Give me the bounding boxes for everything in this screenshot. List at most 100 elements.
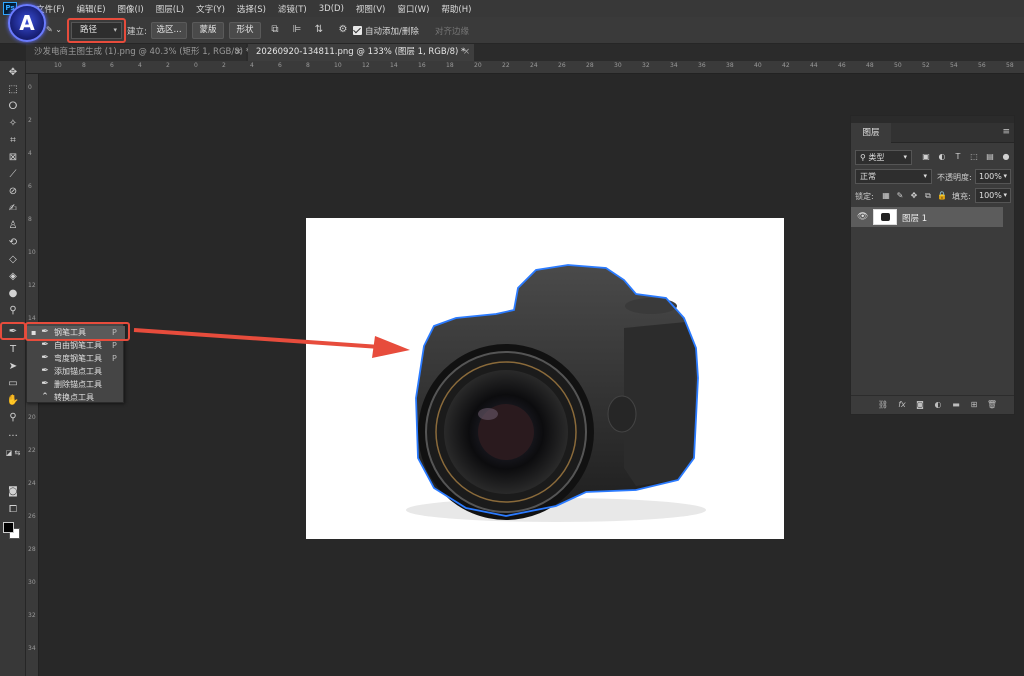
lock-position-icon[interactable]: ✥: [909, 191, 919, 201]
history-brush-tool-icon[interactable]: ⟲: [4, 235, 22, 250]
lock-all-icon[interactable]: 🔒: [937, 191, 947, 201]
screen-mode-icon[interactable]: ⧠: [4, 502, 22, 517]
document-canvas[interactable]: [306, 218, 784, 539]
menu-layer[interactable]: 图层(L): [150, 3, 190, 15]
lock-transparent-icon[interactable]: ▦: [881, 191, 891, 201]
ruler-tick-label: 4: [250, 62, 254, 69]
layer-filter-select[interactable]: ⚲ 类型 ▾: [855, 150, 912, 165]
dodge-tool-icon[interactable]: ⚲: [4, 303, 22, 318]
path-operations-icon[interactable]: ⧉: [268, 23, 282, 37]
opacity-input[interactable]: 100% ▾: [975, 169, 1011, 184]
document-tab-2[interactable]: 20260920-134811.png @ 133% (图层 1, RGB/8)…: [248, 44, 474, 61]
ruler-tick-label: 32: [642, 62, 650, 69]
close-icon[interactable]: ×: [235, 44, 242, 61]
blend-mode-select[interactable]: 正常 ▾: [855, 169, 932, 184]
fx-icon[interactable]: fx: [896, 399, 908, 411]
ruler-tick-label: 34: [28, 645, 36, 652]
menu-help[interactable]: 帮助(H): [435, 3, 477, 15]
path-arrangement-icon[interactable]: ⇅: [312, 23, 326, 37]
make-mask-button[interactable]: 蒙版: [192, 22, 224, 39]
camera-image: [406, 264, 706, 522]
convert-point-icon: ⌃: [41, 392, 49, 402]
make-shape-button[interactable]: 形状: [229, 22, 261, 39]
document-tab-1[interactable]: 沙发电商主图生成 (1).png @ 40.3% (矩形 1, RGB/8) *…: [26, 44, 250, 61]
fill-input[interactable]: 100% ▾: [975, 188, 1011, 203]
more-tools-icon[interactable]: ···: [4, 429, 22, 444]
shape-filter-icon[interactable]: ⬚: [969, 152, 979, 162]
new-layer-icon[interactable]: ⊞: [968, 399, 980, 411]
trash-icon[interactable]: 🗑: [986, 399, 998, 411]
healing-brush-tool-icon[interactable]: ⊘: [4, 184, 22, 199]
brush-tool-icon[interactable]: ✍: [4, 201, 22, 216]
layer-name: 图层 1: [902, 214, 928, 224]
layers-panel-header[interactable]: [851, 116, 1014, 123]
path-alignment-icon[interactable]: ⊫: [290, 23, 304, 37]
ruler-tick-label: 8: [306, 62, 310, 69]
eyedropper-tool-icon[interactable]: ⟋: [4, 167, 22, 182]
menu-image[interactable]: 图像(I): [112, 3, 150, 15]
new-group-icon[interactable]: ▬: [950, 399, 962, 411]
marquee-tool-icon[interactable]: ⬚: [4, 82, 22, 97]
link-layers-icon[interactable]: ⛓: [877, 399, 889, 411]
ruler-tick-label: 6: [28, 183, 32, 190]
gear-icon[interactable]: ⚙: [336, 23, 350, 37]
tab-layers[interactable]: 图层: [851, 123, 891, 143]
flyout-item-add-anchor-tool[interactable]: ✒ 添加锚点工具: [27, 365, 125, 378]
flyout-selection-highlight-box: [25, 322, 130, 341]
blur-tool-icon[interactable]: ●: [4, 286, 22, 301]
default-colors-icon[interactable]: ◪ ⇆: [4, 446, 22, 461]
smart-object-filter-icon[interactable]: ▤: [985, 152, 995, 162]
quick-select-tool-icon[interactable]: ✧: [4, 116, 22, 131]
menu-select[interactable]: 选择(S): [231, 3, 272, 15]
path-selection-tool-icon[interactable]: ➤: [4, 359, 22, 374]
adjustment-layer-icon[interactable]: ◐: [932, 399, 944, 411]
quick-mask-icon[interactable]: ◙: [4, 484, 22, 499]
ruler-tick-label: 20: [474, 62, 482, 69]
auto-add-delete-checkbox[interactable]: [353, 26, 362, 35]
foreground-color-swatch[interactable]: [3, 522, 14, 533]
frame-tool-icon[interactable]: ⊠: [4, 150, 22, 165]
eye-icon[interactable]: 👁: [857, 212, 868, 222]
flyout-item-convert-point-tool[interactable]: ⌃ 转换点工具: [27, 391, 125, 404]
layer-filter-value: 类型: [868, 153, 885, 162]
hand-tool-icon[interactable]: ✋: [4, 393, 22, 408]
menu-view[interactable]: 视图(V): [350, 3, 391, 15]
ruler-tick-label: 12: [28, 282, 36, 289]
pen-tool-highlight-box: [0, 322, 26, 340]
crop-tool-icon[interactable]: ⌗: [4, 133, 22, 148]
layers-panel-tabbar: 图层 ≡: [851, 123, 1014, 143]
adjustment-filter-icon[interactable]: ◐: [937, 152, 947, 162]
layer-row[interactable]: 👁 图层 1: [851, 207, 1003, 227]
flyout-item-delete-anchor-tool[interactable]: ✒ 删除锚点工具: [27, 378, 125, 391]
lasso-tool-icon[interactable]: ⵔ: [4, 99, 22, 114]
type-filter-icon[interactable]: T: [953, 152, 963, 162]
lock-image-icon[interactable]: ✎: [895, 191, 905, 201]
menu-window[interactable]: 窗口(W): [391, 3, 435, 15]
move-tool-icon[interactable]: ✥: [4, 65, 22, 80]
flyout-item-curvature-pen-tool[interactable]: ✒ 弯度钢笔工具 P: [27, 352, 125, 365]
menu-edit[interactable]: 编辑(E): [71, 3, 112, 15]
paint-bucket-tool-icon[interactable]: ◈: [4, 269, 22, 284]
ruler-tick-label: 50: [894, 62, 902, 69]
lock-artboard-icon[interactable]: ⧉: [923, 191, 933, 201]
align-edges-label[interactable]: 对齐边缘: [435, 25, 469, 37]
type-tool-icon[interactable]: T: [4, 342, 22, 357]
rectangle-tool-icon[interactable]: ▭: [4, 376, 22, 391]
add-mask-icon[interactable]: ◙: [914, 399, 926, 411]
close-icon[interactable]: ×: [463, 44, 470, 61]
make-label: 建立:: [127, 27, 147, 37]
menu-filter[interactable]: 滤镜(T): [272, 3, 313, 15]
eraser-tool-icon[interactable]: ◇: [4, 252, 22, 267]
tool-preset-picker[interactable]: ✎ ⌄: [46, 25, 62, 34]
horizontal-ruler[interactable]: 10 8 6 4 2 0 2 4 6 8 10 12 14 16 18 20 22 24 26 28 30 32 34 36 3…: [26, 61, 1024, 74]
clone-stamp-tool-icon[interactable]: ♙: [4, 218, 22, 233]
filter-toggle-icon[interactable]: ●: [1001, 152, 1011, 162]
pixel-filter-icon[interactable]: ▣: [921, 152, 931, 162]
zoom-tool-icon[interactable]: ⚲: [4, 410, 22, 425]
ruler-tick-label: 38: [726, 62, 734, 69]
make-selection-button[interactable]: 选区...: [151, 22, 187, 39]
menu-3d[interactable]: 3D(D): [313, 4, 350, 14]
menu-type[interactable]: 文字(Y): [190, 3, 231, 15]
panel-menu-icon[interactable]: ≡: [1002, 127, 1010, 137]
curvature-pen-icon: ✒: [41, 353, 49, 363]
